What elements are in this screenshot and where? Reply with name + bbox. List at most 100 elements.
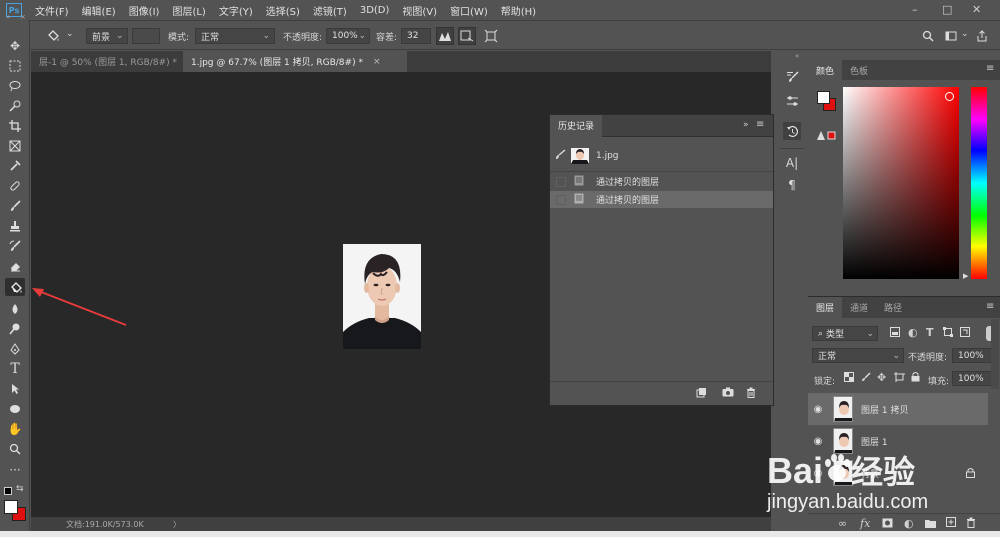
menu-layer[interactable]: 图层(L): [172, 3, 205, 18]
default-colors-icon[interactable]: [4, 487, 12, 495]
path-selection-tool-icon[interactable]: [5, 380, 25, 398]
menu-help[interactable]: 帮助(H): [501, 3, 536, 18]
history-brush-tool-icon[interactable]: [5, 237, 25, 255]
more-tools-icon[interactable]: ···: [5, 461, 25, 479]
filter-shape-icon[interactable]: [943, 327, 953, 340]
filter-pixel-icon[interactable]: [890, 327, 900, 340]
zoom-tool-icon[interactable]: [5, 440, 25, 458]
layer-opacity-input[interactable]: 100%: [952, 348, 996, 363]
layer-row-background[interactable]: ◉ 背景: [808, 457, 988, 489]
layers-scrollbar[interactable]: [991, 319, 999, 389]
brush-settings-icon[interactable]: [783, 68, 801, 86]
fill-source-select[interactable]: 前景 ⌄: [86, 28, 128, 44]
dodge-tool-icon[interactable]: [5, 320, 25, 338]
history-snapshot[interactable]: 1.jpg: [550, 145, 773, 167]
paint-bucket-tool-icon[interactable]: [5, 278, 25, 296]
close-button[interactable]: ✕: [972, 3, 981, 16]
color-picker-marker[interactable]: [945, 92, 954, 101]
adjustment-layer-icon[interactable]: ◐: [904, 517, 914, 530]
hue-slider-handle[interactable]: ▶: [963, 272, 968, 280]
eyedropper-tool-icon[interactable]: [5, 157, 25, 175]
pen-tool-icon[interactable]: [5, 340, 25, 358]
adjustments-icon[interactable]: [783, 92, 801, 110]
collapse-icon[interactable]: «: [795, 52, 799, 60]
filter-adjustment-icon[interactable]: ◐: [908, 326, 918, 339]
all-layers-icon[interactable]: [482, 27, 500, 45]
quick-select-tool-icon[interactable]: [5, 97, 25, 115]
opacity-input[interactable]: 100% ⌄: [326, 28, 370, 44]
pattern-picker[interactable]: [132, 28, 160, 44]
history-checkbox[interactable]: [556, 194, 566, 205]
workspace-icon[interactable]: [942, 27, 960, 45]
type-tool-icon[interactable]: T: [5, 360, 25, 378]
tab-channels[interactable]: 通道: [842, 297, 877, 318]
brush-tool-icon[interactable]: [5, 197, 25, 215]
tab-document-2[interactable]: 1.jpg @ 67.7% (图层 1 拷贝, RGB/8#) * ×: [183, 51, 407, 72]
tab-swatches[interactable]: 色板: [842, 60, 877, 80]
fill-input[interactable]: 100%: [952, 371, 996, 386]
menu-file[interactable]: 文件(F): [35, 3, 69, 18]
layer-row-layer1-copy[interactable]: ◉ 图层 1 拷贝: [808, 393, 988, 425]
folder-icon[interactable]: [925, 518, 936, 531]
lasso-tool-icon[interactable]: [5, 77, 25, 95]
status-arrow-icon[interactable]: 〉: [173, 519, 181, 530]
filter-smart-object-icon[interactable]: [960, 327, 970, 340]
search-icon[interactable]: [919, 27, 937, 45]
panel-menu-icon[interactable]: ≡: [986, 301, 994, 312]
menu-edit[interactable]: 编辑(E): [82, 3, 116, 18]
eraser-tool-icon[interactable]: [5, 257, 25, 275]
mode-select[interactable]: 正常 ⌄: [195, 28, 275, 44]
eye-icon[interactable]: ◉: [808, 468, 828, 479]
crop-tool-icon[interactable]: [5, 117, 25, 135]
menu-filter[interactable]: 滤镜(T): [313, 3, 347, 18]
paragraph-panel-icon[interactable]: ¶: [783, 176, 801, 194]
menu-view[interactable]: 视图(V): [402, 3, 437, 18]
close-icon[interactable]: ×: [373, 57, 381, 67]
foreground-color-swatch[interactable]: [817, 91, 830, 104]
tab-paths[interactable]: 路径: [876, 297, 911, 318]
trash-icon[interactable]: [746, 387, 756, 401]
eye-icon[interactable]: ◉: [808, 404, 828, 415]
fx-icon[interactable]: fx: [860, 517, 870, 530]
chevron-down-icon[interactable]: ⌄: [66, 29, 74, 39]
tolerance-input[interactable]: 32: [401, 28, 431, 44]
lock-artboard-icon[interactable]: [894, 372, 905, 385]
menu-window[interactable]: 窗口(W): [450, 3, 488, 18]
ellipse-tool-icon[interactable]: [5, 400, 25, 418]
history-panel-icon[interactable]: [783, 122, 801, 140]
tab-document-1[interactable]: 层-1 @ 50% (图层 1, RGB/8#) * ×: [31, 51, 182, 72]
healing-brush-tool-icon[interactable]: [5, 177, 25, 195]
trash-icon[interactable]: [966, 517, 976, 531]
new-document-from-state-icon[interactable]: [696, 387, 707, 401]
close-icon[interactable]: ×: [20, 13, 26, 21]
history-checkbox[interactable]: [556, 176, 566, 187]
clone-stamp-tool-icon[interactable]: [5, 217, 25, 235]
menu-select[interactable]: 选择(S): [266, 3, 300, 18]
move-tool-icon[interactable]: ✥: [5, 37, 25, 55]
link-layers-icon[interactable]: ∞: [838, 517, 847, 530]
layer-row-layer1[interactable]: ◉ 图层 1: [808, 425, 988, 457]
blur-tool-icon[interactable]: [5, 300, 25, 318]
add-mask-icon[interactable]: [882, 518, 893, 531]
camera-icon[interactable]: [722, 387, 734, 400]
panel-menu-icon[interactable]: ≡: [986, 63, 994, 74]
minimize-button[interactable]: –: [912, 3, 918, 16]
menu-image[interactable]: 图像(I): [129, 3, 160, 18]
anti-alias-icon[interactable]: [436, 27, 454, 45]
history-item[interactable]: 通过拷贝的图层: [550, 173, 773, 190]
character-panel-icon[interactable]: A|: [783, 154, 801, 172]
tab-color[interactable]: 颜色: [808, 60, 843, 80]
lock-transparent-icon[interactable]: [844, 372, 854, 385]
hue-slider[interactable]: [971, 87, 987, 279]
lock-icon[interactable]: [966, 467, 975, 481]
blend-mode-select[interactable]: 正常 ⌄: [812, 348, 904, 363]
new-layer-icon[interactable]: [946, 517, 956, 530]
collapse-icon[interactable]: »: [743, 120, 749, 130]
chevron-down-icon[interactable]: ⌄: [961, 29, 969, 39]
gamut-warning-icon[interactable]: [817, 130, 837, 142]
eye-icon[interactable]: ◉: [808, 436, 828, 447]
filter-type-icon[interactable]: T: [926, 326, 934, 339]
marquee-tool-icon[interactable]: [5, 57, 25, 75]
lock-all-icon[interactable]: [911, 371, 920, 385]
paint-bucket-preset-icon[interactable]: [44, 27, 62, 45]
